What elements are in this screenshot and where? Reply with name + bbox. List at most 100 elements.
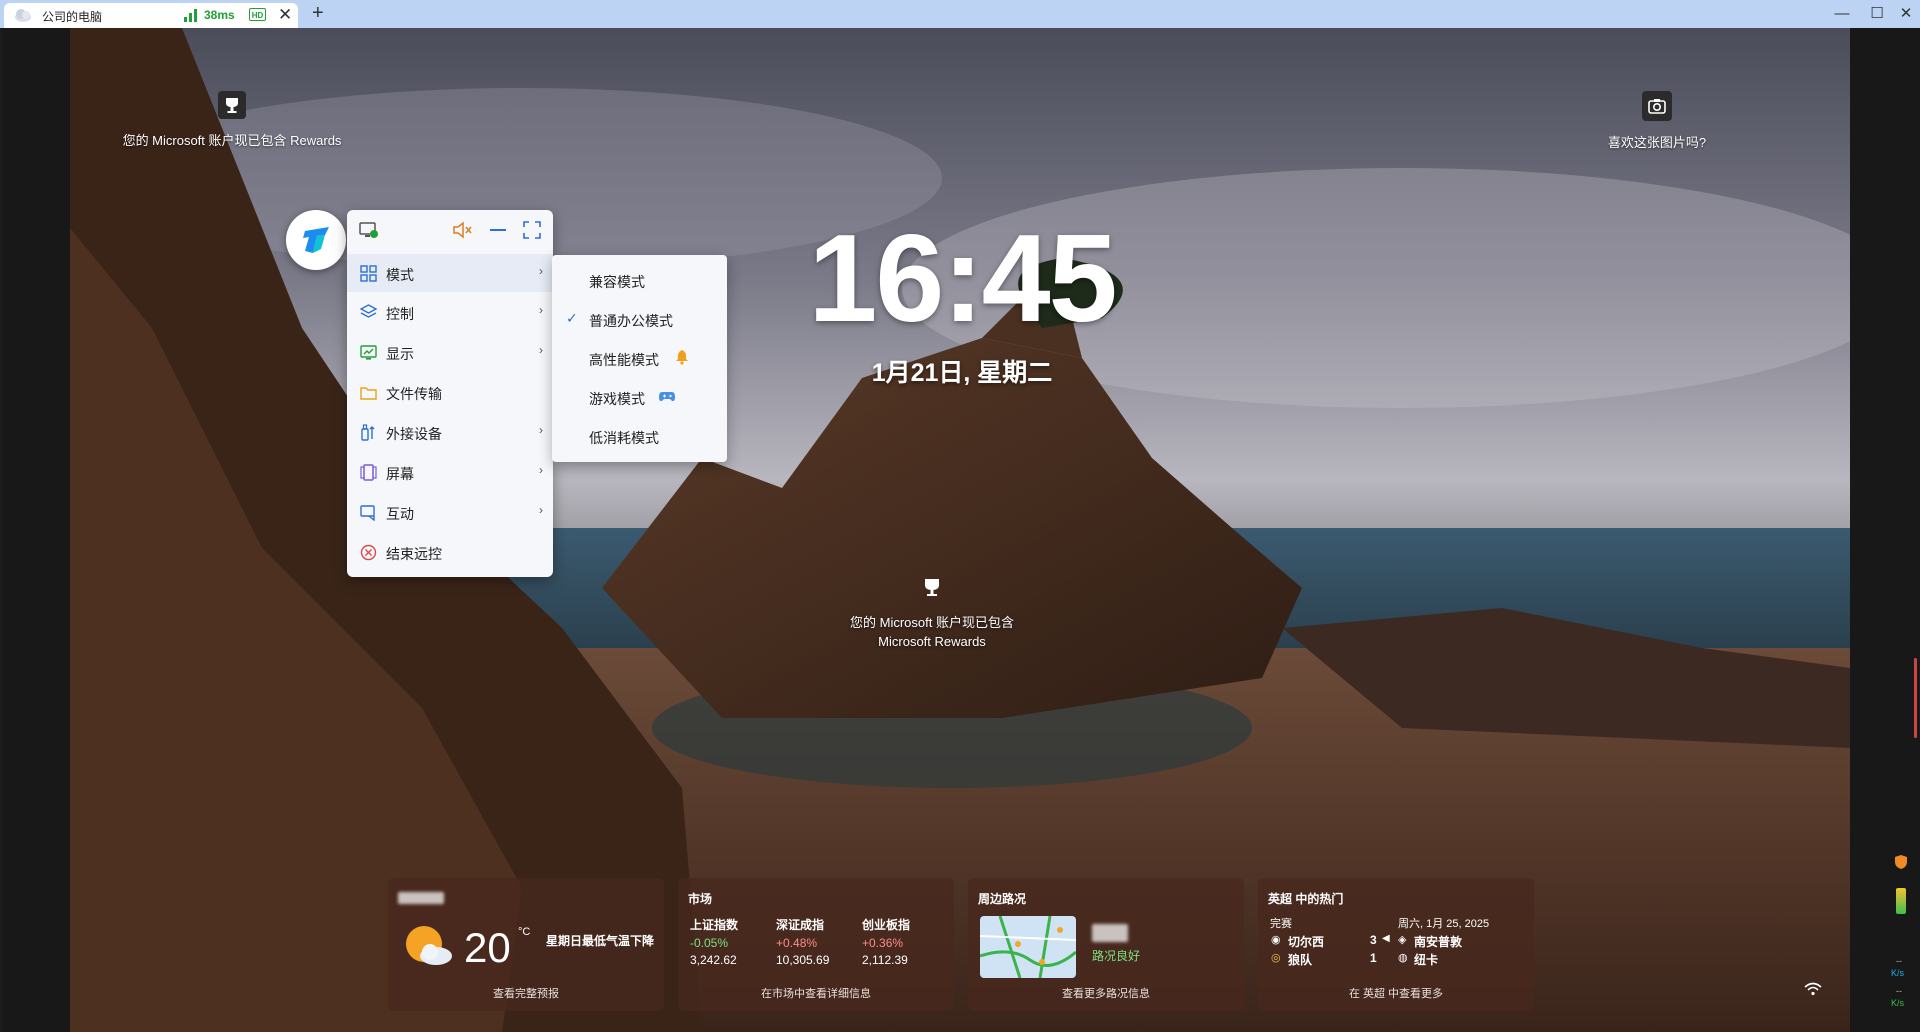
- club-crest-icon: ◈: [1398, 934, 1407, 946]
- rewards-notice-top[interactable]: 您的 Microsoft 账户现已包含 Rewards: [102, 91, 362, 149]
- chevron-right-icon: ›: [539, 503, 543, 517]
- cloud-pc-icon: [15, 9, 31, 22]
- mute-icon[interactable]: [450, 218, 474, 242]
- title-bar: 公司的电脑 38ms HD ✕ + — ☐ ✕: [0, 0, 1920, 28]
- mode-option-high-performance[interactable]: 高性能模式: [552, 339, 727, 377]
- stock-item[interactable]: 上证指数 -0.05% 3,242.62: [690, 916, 738, 967]
- gamepad-icon: [659, 392, 675, 402]
- session-tab[interactable]: 公司的电脑 38ms HD ✕: [4, 3, 298, 28]
- grid-icon: [360, 265, 377, 282]
- mode-option-label: 低消耗模式: [589, 430, 659, 446]
- opponent-team: 南安普敦: [1414, 935, 1463, 949]
- hd-badge[interactable]: HD: [249, 8, 266, 21]
- weather-widget[interactable]: 20 °C 星期日最低气温下降 查看完整预报: [388, 878, 664, 1011]
- folder-icon: [360, 387, 377, 400]
- menu-item-label: 结束远控: [386, 546, 442, 562]
- traffic-widget[interactable]: 周边路况 路况良好 查看更多路况信息: [968, 878, 1244, 1011]
- mode-option-gaming[interactable]: 游戏模式: [552, 378, 727, 416]
- partly-cloudy-icon: [406, 926, 452, 965]
- opponent-team: 纽卡: [1414, 953, 1439, 967]
- mode-option-label: 普通办公模式: [589, 313, 673, 329]
- mode-option-low-power[interactable]: 低消耗模式: [552, 417, 727, 455]
- fullscreen-icon[interactable]: [520, 218, 544, 242]
- location-redacted: [398, 892, 444, 904]
- speed-dashes: --: [1896, 956, 1902, 966]
- rewards-top-text: 您的 Microsoft 账户现已包含 Rewards: [122, 133, 342, 148]
- battery-gauge: [1896, 888, 1906, 914]
- mode-option-label: 兼容模式: [589, 274, 645, 290]
- market-title: 市场: [688, 892, 713, 906]
- menu-item-control[interactable]: 控制 ›: [347, 293, 553, 331]
- rewards-notice-center[interactable]: 您的 Microsoft 账户现已包含 Microsoft Rewards: [822, 576, 1042, 651]
- trophy-icon: [925, 579, 939, 596]
- sports-title: 英超 中的热门: [1268, 892, 1344, 906]
- like-picture-prompt[interactable]: 喜欢这张图片吗?: [1592, 91, 1722, 151]
- stock-item[interactable]: 创业板指 +0.36% 2,112.39: [862, 916, 910, 967]
- traffic-map-thumbnail: [980, 916, 1076, 978]
- mode-option-office[interactable]: ✓ 普通办公模式: [552, 300, 727, 338]
- menu-item-interaction[interactable]: 互动 ›: [347, 493, 553, 531]
- remote-side-panel: -- K/s -- K/s: [1850, 28, 1920, 1032]
- stock-change: -0.05%: [690, 936, 729, 950]
- floating-control-ball[interactable]: [286, 210, 346, 270]
- club-crest-icon: ◍: [1398, 952, 1408, 964]
- screens-icon: [360, 464, 377, 481]
- wifi-icon[interactable]: [1804, 982, 1822, 996]
- mode-option-label: 游戏模式: [589, 391, 645, 407]
- traffic-status: 路况良好: [1092, 949, 1141, 963]
- menu-item-label: 显示: [386, 346, 414, 362]
- menu-item-end-session[interactable]: 结束远控: [347, 533, 553, 571]
- tab-close-button[interactable]: ✕: [278, 5, 292, 25]
- sports-widget[interactable]: 英超 中的热门 完赛 周六, 1月 25, 2025 ◉ 切尔西 3 ◀ ◈ 南…: [1258, 878, 1534, 1011]
- screen-status-icon[interactable]: [357, 218, 381, 242]
- maximize-button[interactable]: ☐: [1867, 4, 1887, 24]
- market-details-link[interactable]: 在市场中查看详细信息: [678, 985, 954, 1001]
- side-scroll-indicator[interactable]: [1914, 658, 1917, 738]
- menu-item-mode[interactable]: 模式 ›: [347, 254, 553, 292]
- weather-full-forecast-link[interactable]: 查看完整预报: [388, 985, 664, 1001]
- home-score: 3: [1370, 933, 1377, 947]
- weather-temp: 20: [464, 924, 511, 971]
- new-tab-button[interactable]: +: [312, 2, 324, 25]
- club-crest-icon: ◎: [1271, 952, 1281, 964]
- sports-more-link[interactable]: 在 英超 中查看更多: [1258, 985, 1534, 1001]
- rewards-center-line2: Microsoft Rewards: [878, 634, 986, 649]
- menu-item-label: 文件传输: [386, 386, 442, 402]
- download-speed: K/s: [1891, 998, 1905, 1008]
- menu-item-label: 屏幕: [386, 466, 414, 482]
- remote-desktop-screen[interactable]: 您的 Microsoft 账户现已包含 Rewards 喜欢这张图片吗? 16:…: [2, 28, 1850, 1032]
- menu-toolbar: [347, 210, 553, 250]
- winner-marker: ◀: [1382, 933, 1390, 944]
- mode-option-compatible[interactable]: 兼容模式: [552, 261, 727, 299]
- menu-item-label: 控制: [386, 306, 414, 322]
- match-status: 完赛: [1270, 918, 1292, 930]
- menu-item-file-transfer[interactable]: 文件传输: [347, 373, 553, 411]
- trophy-icon: [218, 91, 246, 119]
- menu-item-label: 互动: [386, 506, 414, 522]
- bell-icon: [676, 350, 688, 365]
- stock-change: +0.36%: [862, 936, 904, 950]
- club-crest-icon: ◉: [1271, 934, 1281, 946]
- minimize-button[interactable]: —: [1832, 4, 1852, 24]
- shield-icon[interactable]: [1893, 854, 1909, 870]
- weather-unit: °C: [518, 926, 531, 938]
- minimize-icon[interactable]: [486, 218, 510, 242]
- market-widget[interactable]: 市场 上证指数 -0.05% 3,242.62 深证成指 +0.48% 10,3…: [678, 878, 954, 1011]
- window-close-button[interactable]: ✕: [1896, 4, 1916, 24]
- menu-item-label: 模式: [386, 267, 414, 283]
- checkmark-icon: ✓: [566, 310, 578, 326]
- menu-item-peripherals[interactable]: 外接设备 ›: [347, 413, 553, 451]
- traffic-more-link[interactable]: 查看更多路况信息: [968, 985, 1244, 1001]
- close-circle-icon: [360, 544, 377, 561]
- menu-item-screen[interactable]: 屏幕 ›: [347, 453, 553, 491]
- stock-item[interactable]: 深证成指 +0.48% 10,305.69: [776, 916, 829, 967]
- menu-item-display[interactable]: 显示 ›: [347, 333, 553, 371]
- chevron-right-icon: ›: [539, 303, 543, 317]
- mode-submenu: 兼容模式 ✓ 普通办公模式 高性能模式 游戏模式 低消耗模式: [552, 255, 727, 462]
- menu-item-label: 外接设备: [386, 426, 442, 442]
- chevron-right-icon: ›: [539, 463, 543, 477]
- lockscreen-date: 1月21日, 星期二: [871, 359, 1053, 387]
- like-picture-text: 喜欢这张图片吗?: [1607, 135, 1707, 150]
- location-redacted: [1092, 924, 1128, 942]
- speed-dashes: --: [1896, 986, 1902, 996]
